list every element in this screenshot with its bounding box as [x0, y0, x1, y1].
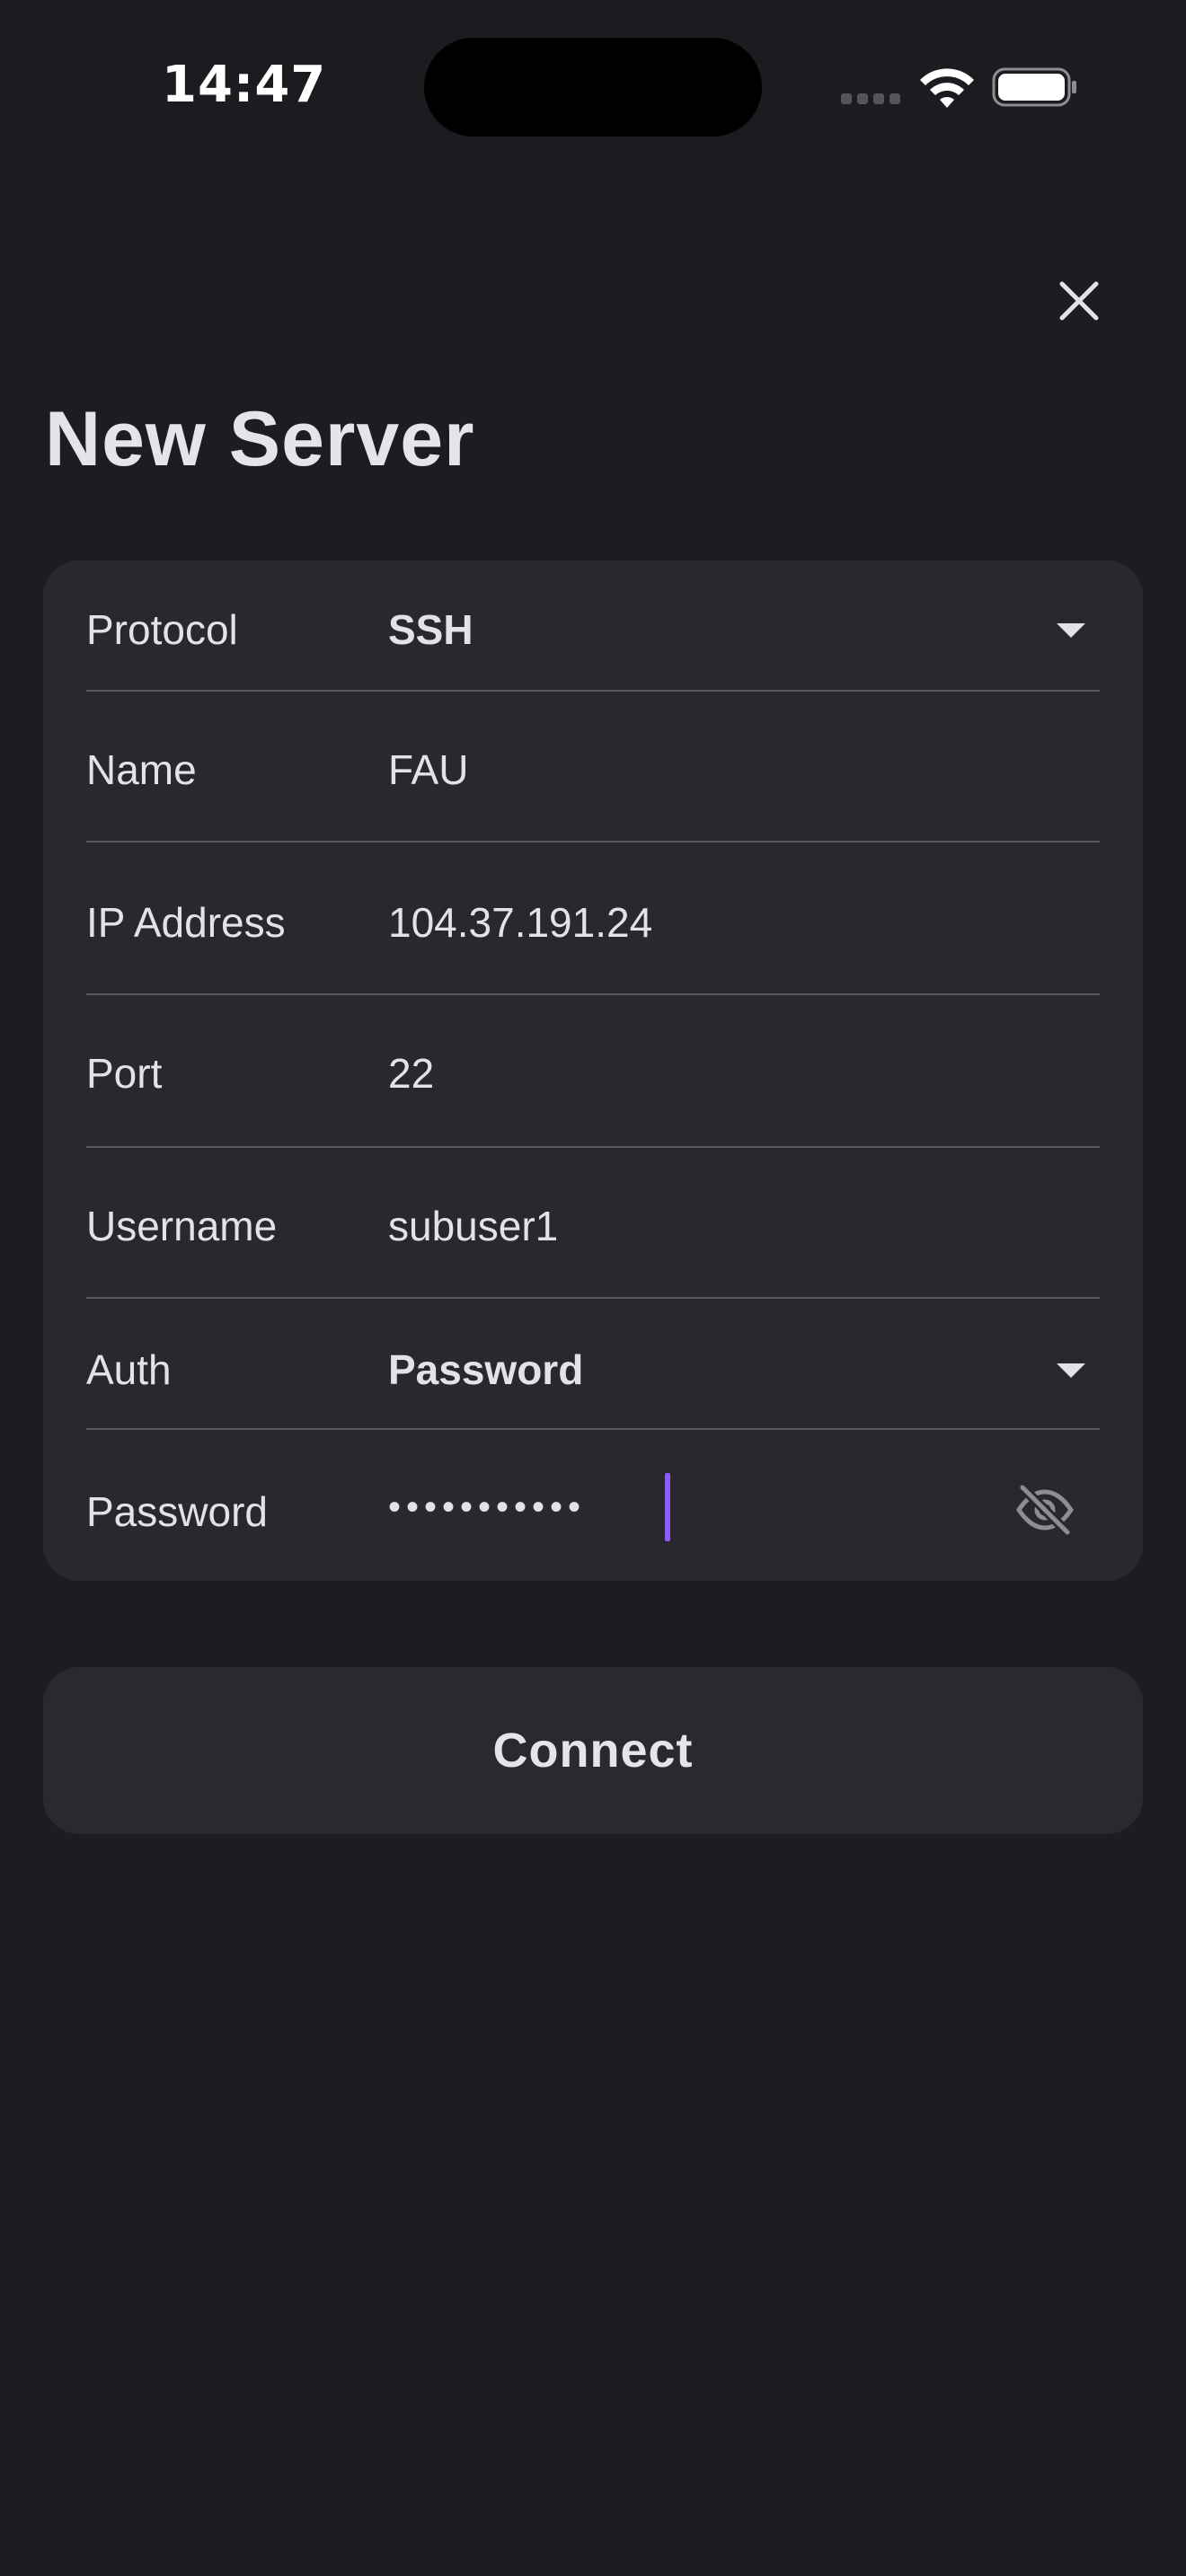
ip-address-input[interactable]: 104.37.191.24 — [388, 898, 652, 947]
auth-value: Password — [388, 1346, 584, 1393]
protocol-value: SSH — [388, 606, 474, 653]
name-input[interactable]: FAU — [388, 745, 468, 794]
auth-label: Auth — [86, 1346, 172, 1393]
name-field[interactable]: Name FAU — [86, 737, 1100, 799]
port-field[interactable]: Port 22 — [86, 1040, 1100, 1103]
eye-off-icon[interactable] — [1012, 1477, 1078, 1543]
protocol-label: Protocol — [86, 606, 238, 653]
server-form-card: Protocol SSH Name FAU IP Address 104.37.… — [43, 560, 1143, 1581]
connect-button[interactable]: Connect — [43, 1667, 1143, 1834]
divider — [86, 1428, 1100, 1430]
divider — [86, 1297, 1100, 1299]
text-cursor — [665, 1473, 670, 1541]
dynamic-island — [424, 38, 762, 137]
cellular-signal-icon — [841, 93, 904, 106]
status-time: 14:47 — [162, 56, 327, 114]
name-label: Name — [86, 746, 197, 793]
ip-address-label: IP Address — [86, 899, 286, 946]
connect-button-label: Connect — [492, 1724, 694, 1778]
wifi-icon — [920, 68, 974, 108]
divider — [86, 993, 1100, 995]
protocol-select[interactable]: Protocol SSH — [86, 596, 1100, 659]
close-button[interactable] — [1048, 269, 1111, 332]
username-field[interactable]: Username subuser1 — [86, 1193, 1100, 1256]
page-title: New Server — [45, 396, 475, 482]
status-bar: 14:47 — [0, 0, 1186, 180]
port-input[interactable]: 22 — [388, 1049, 434, 1098]
password-field[interactable]: Password ••••••••••• — [86, 1471, 1100, 1547]
username-label: Username — [86, 1203, 278, 1249]
close-icon — [1059, 281, 1099, 321]
username-input[interactable]: subuser1 — [388, 1202, 558, 1250]
divider — [86, 690, 1100, 692]
chevron-down-icon — [1057, 623, 1085, 638]
password-input[interactable]: ••••••••••• — [388, 1487, 586, 1528]
password-label: Password — [86, 1488, 268, 1535]
ip-address-field[interactable]: IP Address 104.37.191.24 — [86, 889, 1100, 952]
chevron-down-icon — [1057, 1363, 1085, 1378]
port-label: Port — [86, 1050, 163, 1097]
divider — [86, 1146, 1100, 1148]
battery-icon — [992, 67, 1076, 107]
auth-select[interactable]: Auth Password — [86, 1337, 1100, 1399]
divider — [86, 841, 1100, 842]
